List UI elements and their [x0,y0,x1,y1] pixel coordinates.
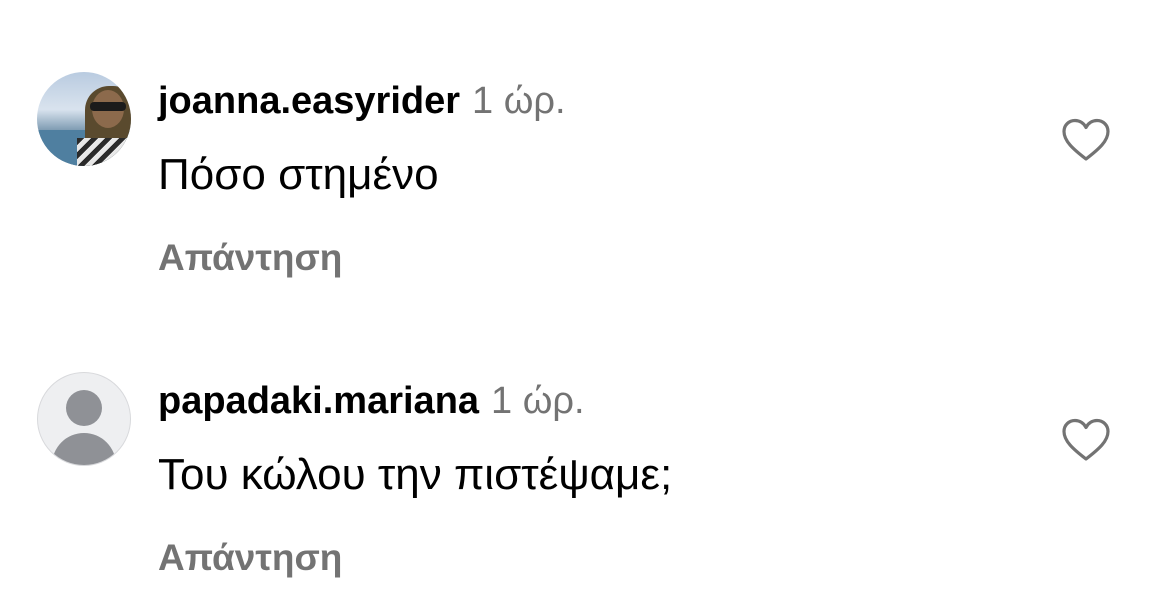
comment-text: Του κώλου την πιστέψαμε; [158,450,673,499]
reply-button[interactable]: Απάντηση [158,237,342,279]
username-link[interactable]: joanna.easyrider [158,80,460,122]
comment-header: papadaki.mariana 1 ώρ. [158,380,585,424]
avatar[interactable] [37,72,131,166]
comment-item: joanna.easyrider 1 ώρ. Πόσο στημένο Απάντ… [0,0,1170,300]
heart-icon[interactable] [1061,118,1111,162]
avatar[interactable] [37,372,131,466]
reply-button[interactable]: Απάντηση [158,537,342,579]
username-link[interactable]: papadaki.mariana [158,380,479,422]
user-silhouette-icon [66,390,102,426]
timestamp: 1 ώρ. [472,80,566,122]
comment-header: joanna.easyrider 1 ώρ. [158,80,566,124]
timestamp: 1 ώρ. [491,380,585,422]
comment-text: Πόσο στημένο [158,150,439,199]
comment-item: papadaki.mariana 1 ώρ. Του κώλου την πιστ… [0,300,1170,600]
heart-icon[interactable] [1061,418,1111,462]
